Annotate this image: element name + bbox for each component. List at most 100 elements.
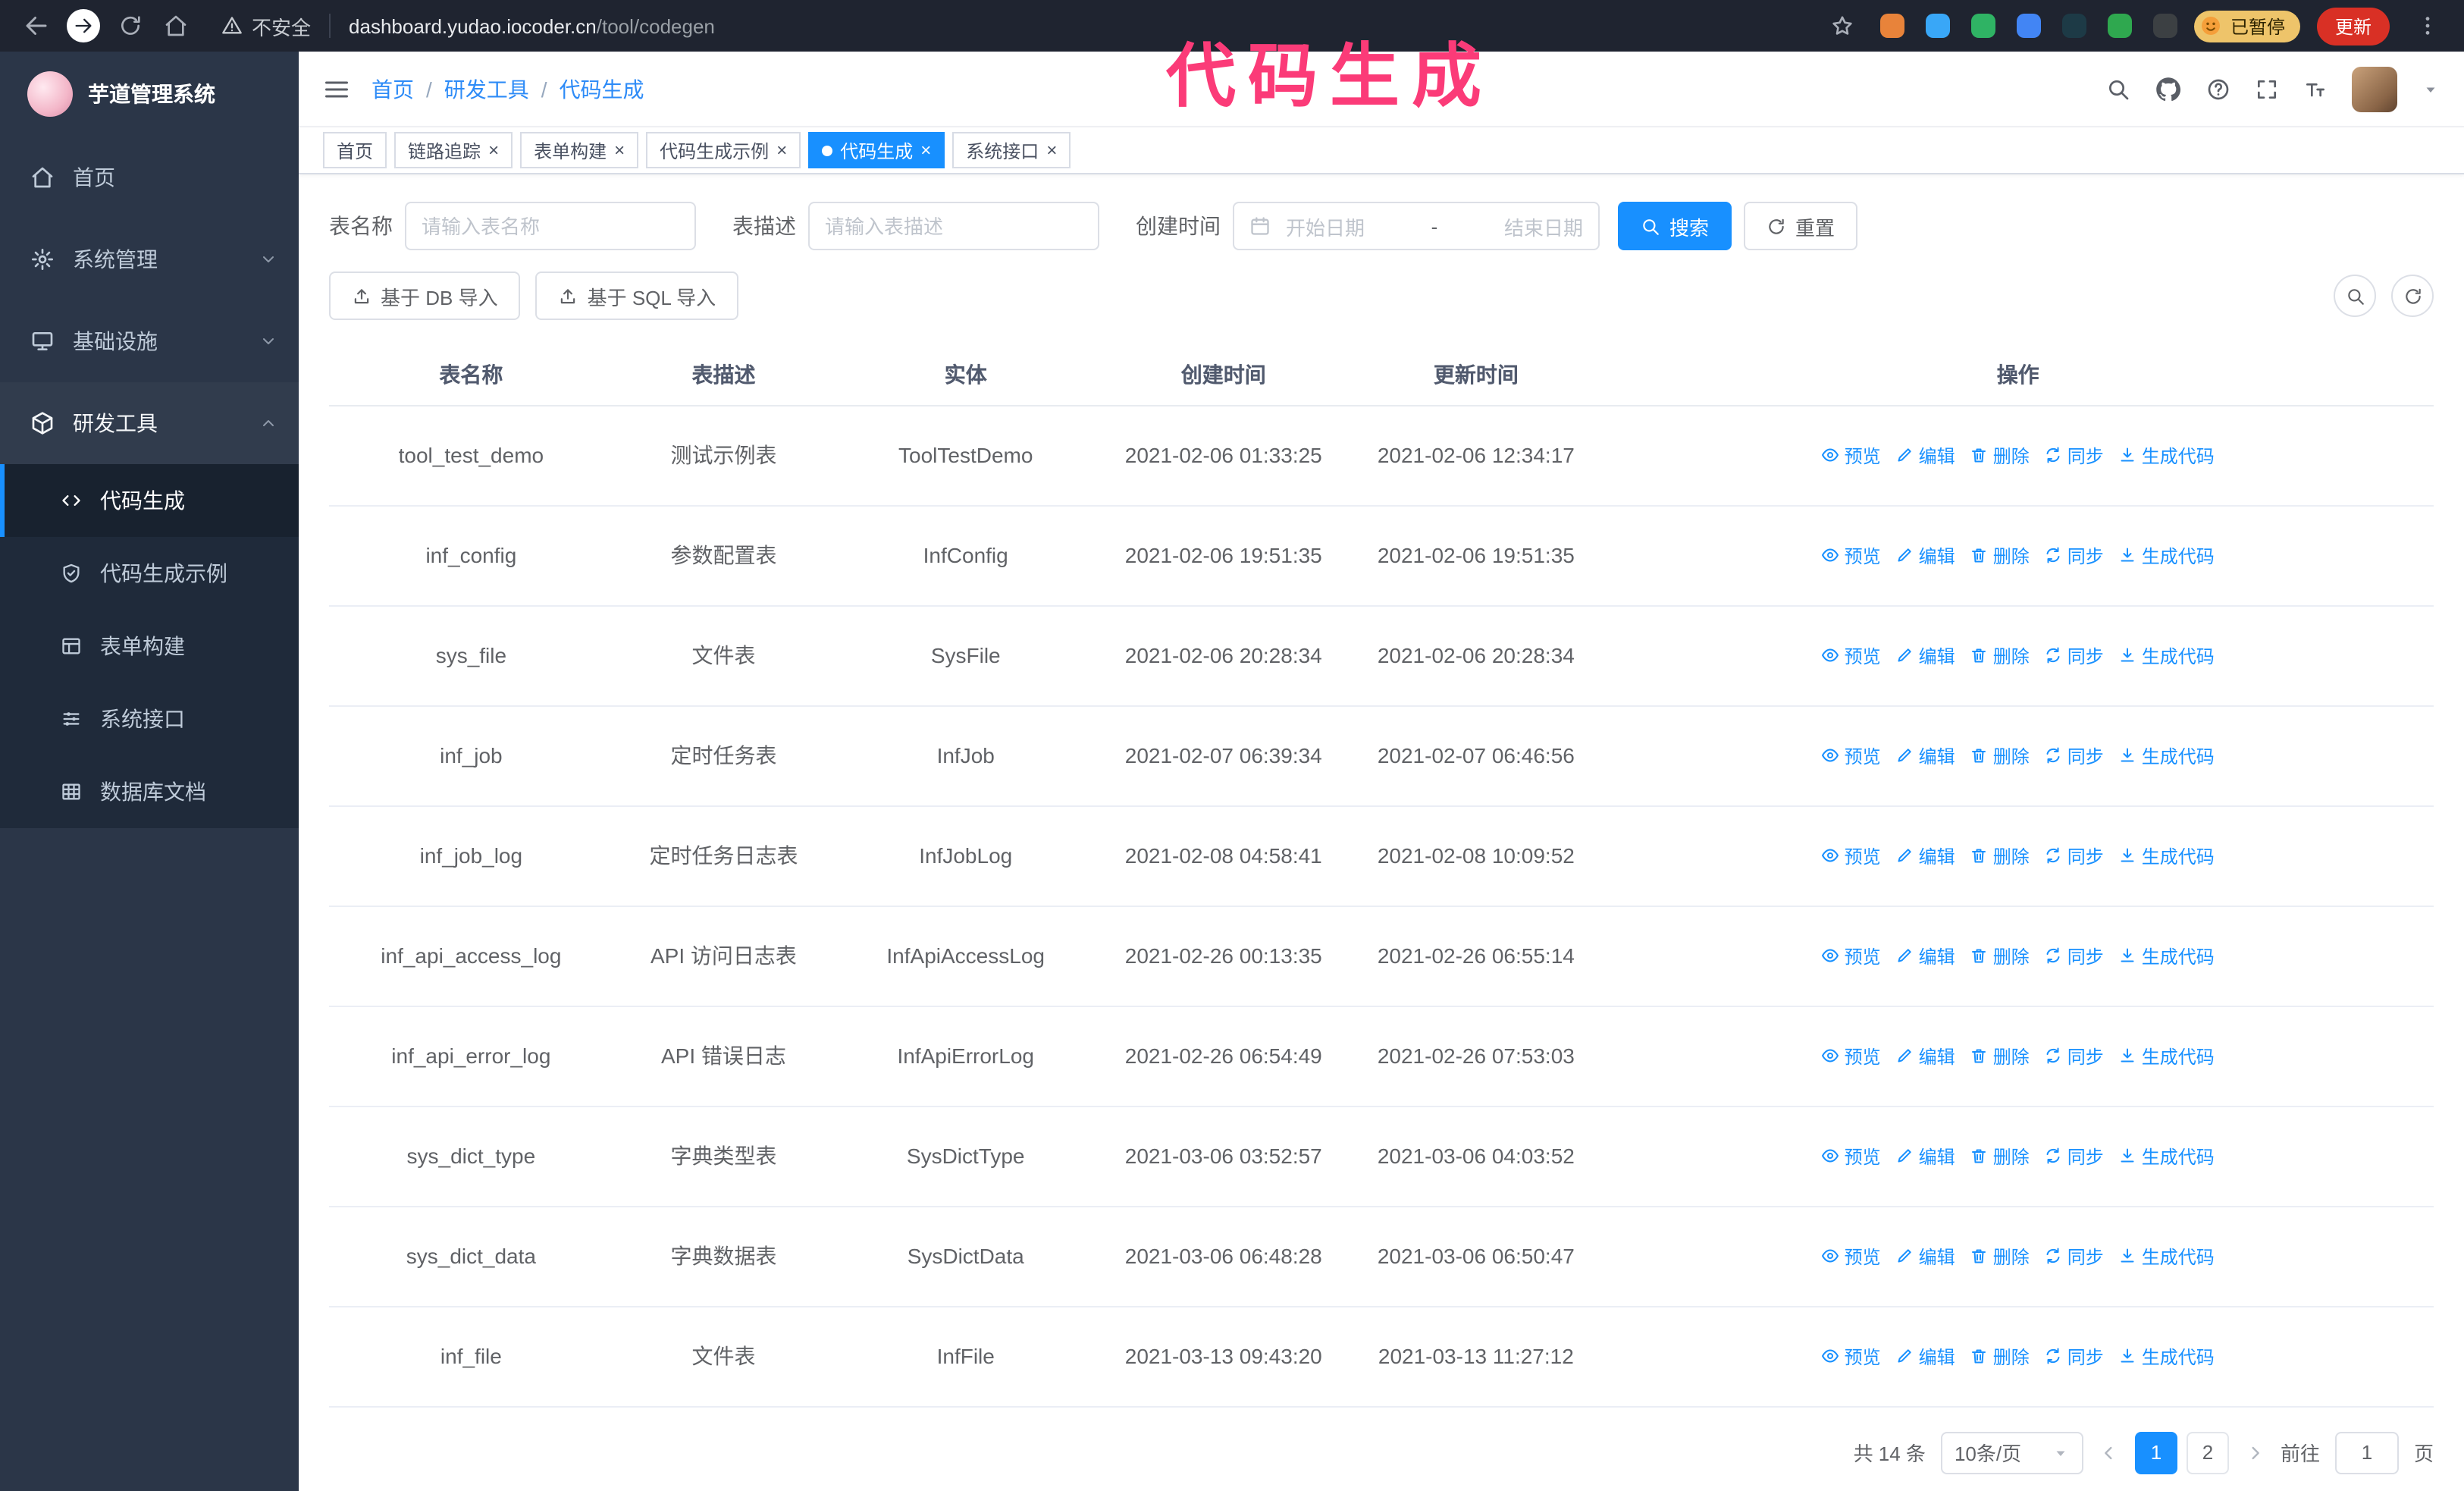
table-name-input[interactable]	[405, 202, 696, 250]
page-button-1[interactable]: 1	[2134, 1431, 2177, 1474]
delete-action-link[interactable]: 删除	[1970, 542, 2030, 568]
security-indicator[interactable]: 不安全	[221, 11, 311, 40]
import-db-button[interactable]: 基于 DB 导入	[329, 272, 521, 320]
delete-action-link[interactable]: 删除	[1970, 843, 2030, 868]
close-tab-icon[interactable]: ×	[920, 141, 931, 159]
delete-action-link[interactable]: 删除	[1970, 442, 2030, 468]
profile-paused-badge[interactable]: 已暂停	[2193, 10, 2300, 42]
generate-action-link[interactable]: 生成代码	[2119, 742, 2215, 768]
edit-action-link[interactable]: 编辑	[1896, 542, 1955, 568]
tab-home[interactable]: 首页	[323, 132, 387, 168]
extension-icon[interactable]	[1970, 14, 1995, 38]
extension-icon[interactable]	[2152, 14, 2177, 38]
import-sql-button[interactable]: 基于 SQL 导入	[535, 272, 739, 320]
generate-action-link[interactable]: 生成代码	[2119, 843, 2215, 868]
edit-action-link[interactable]: 编辑	[1896, 1343, 1955, 1369]
sync-action-link[interactable]: 同步	[2045, 1343, 2104, 1369]
delete-action-link[interactable]: 删除	[1970, 742, 2030, 768]
generate-action-link[interactable]: 生成代码	[2119, 642, 2215, 668]
delete-action-link[interactable]: 删除	[1970, 1343, 2030, 1369]
sidebar-item-db-doc[interactable]: 数据库文档	[0, 755, 299, 828]
fullscreen-button[interactable]	[2255, 77, 2279, 101]
sidebar-item-infra[interactable]: 基础设施	[0, 300, 299, 382]
chrome-update-button[interactable]: 更新	[2316, 7, 2390, 45]
generate-action-link[interactable]: 生成代码	[2119, 1143, 2215, 1169]
goto-page-input[interactable]	[2334, 1431, 2399, 1474]
sync-action-link[interactable]: 同步	[2045, 1243, 2104, 1269]
edit-action-link[interactable]: 编辑	[1896, 442, 1955, 468]
preview-action-link[interactable]: 预览	[1822, 742, 1881, 768]
extension-icon[interactable]	[2016, 14, 2041, 38]
sidebar-item-home[interactable]: 首页	[0, 137, 299, 218]
tab-codegen[interactable]: 代码生成 ×	[808, 132, 945, 168]
preview-action-link[interactable]: 预览	[1822, 943, 1881, 968]
delete-action-link[interactable]: 删除	[1970, 943, 2030, 968]
preview-action-link[interactable]: 预览	[1822, 1343, 1881, 1369]
create-time-range-picker[interactable]: 开始日期 - 结束日期	[1233, 202, 1600, 250]
generate-action-link[interactable]: 生成代码	[2119, 442, 2215, 468]
search-button[interactable]: 搜索	[1618, 202, 1732, 250]
sidebar-item-form-builder[interactable]: 表单构建	[0, 610, 299, 683]
close-tab-icon[interactable]: ×	[776, 141, 787, 159]
sync-action-link[interactable]: 同步	[2045, 1143, 2104, 1169]
sidebar-item-devtools[interactable]: 研发工具	[0, 382, 299, 464]
sync-action-link[interactable]: 同步	[2045, 442, 2104, 468]
toggle-search-button[interactable]	[2334, 275, 2376, 317]
edit-action-link[interactable]: 编辑	[1896, 1243, 1955, 1269]
github-link[interactable]	[2155, 75, 2182, 102]
generate-action-link[interactable]: 生成代码	[2119, 943, 2215, 968]
edit-action-link[interactable]: 编辑	[1896, 1043, 1955, 1069]
breadcrumb-home[interactable]: 首页	[371, 74, 414, 104]
edit-action-link[interactable]: 编辑	[1896, 943, 1955, 968]
generate-action-link[interactable]: 生成代码	[2119, 1043, 2215, 1069]
close-tab-icon[interactable]: ×	[488, 141, 499, 159]
edit-action-link[interactable]: 编辑	[1896, 742, 1955, 768]
address-bar[interactable]: dashboard.yudao.iocoder.cn/tool/codegen	[349, 14, 715, 37]
app-logo[interactable]: 芋道管理系统	[0, 52, 299, 137]
page-size-select[interactable]: 10条/页	[1940, 1431, 2083, 1474]
close-tab-icon[interactable]: ×	[614, 141, 625, 159]
tab-form-builder[interactable]: 表单构建 ×	[520, 132, 639, 168]
delete-action-link[interactable]: 删除	[1970, 1043, 2030, 1069]
sync-action-link[interactable]: 同步	[2045, 843, 2104, 868]
next-page-button[interactable]	[2244, 1442, 2265, 1463]
preview-action-link[interactable]: 预览	[1822, 1143, 1881, 1169]
edit-action-link[interactable]: 编辑	[1896, 642, 1955, 668]
avatar-menu-button[interactable]	[2422, 80, 2440, 98]
edit-action-link[interactable]: 编辑	[1896, 843, 1955, 868]
extension-icon[interactable]	[2061, 14, 2086, 38]
page-button-2[interactable]: 2	[2186, 1431, 2229, 1474]
bookmark-star-button[interactable]	[1821, 5, 1864, 47]
refresh-table-button[interactable]	[2391, 275, 2434, 317]
preview-action-link[interactable]: 预览	[1822, 1243, 1881, 1269]
extension-icon[interactable]	[1925, 14, 1950, 38]
extension-icon[interactable]	[1879, 14, 1904, 38]
sidebar-item-codegen-example[interactable]: 代码生成示例	[0, 537, 299, 610]
tab-api[interactable]: 系统接口 ×	[952, 132, 1071, 168]
sync-action-link[interactable]: 同步	[2045, 642, 2104, 668]
sidebar-item-codegen[interactable]: 代码生成	[0, 464, 299, 537]
preview-action-link[interactable]: 预览	[1822, 542, 1881, 568]
sync-action-link[interactable]: 同步	[2045, 943, 2104, 968]
delete-action-link[interactable]: 删除	[1970, 642, 2030, 668]
home-button[interactable]	[155, 5, 197, 47]
forward-button[interactable]	[67, 9, 100, 42]
back-button[interactable]	[15, 5, 58, 47]
sidebar-item-api[interactable]: 系统接口	[0, 683, 299, 755]
close-tab-icon[interactable]: ×	[1046, 141, 1057, 159]
sidebar-item-system[interactable]: 系统管理	[0, 218, 299, 300]
generate-action-link[interactable]: 生成代码	[2119, 542, 2215, 568]
preview-action-link[interactable]: 预览	[1822, 642, 1881, 668]
edit-action-link[interactable]: 编辑	[1896, 1143, 1955, 1169]
header-search-button[interactable]	[2106, 77, 2130, 101]
prev-page-button[interactable]	[2099, 1442, 2120, 1463]
sync-action-link[interactable]: 同步	[2045, 742, 2104, 768]
preview-action-link[interactable]: 预览	[1822, 442, 1881, 468]
breadcrumb-devtools[interactable]: 研发工具	[444, 74, 529, 104]
preview-action-link[interactable]: 预览	[1822, 1043, 1881, 1069]
sync-action-link[interactable]: 同步	[2045, 1043, 2104, 1069]
tab-codegen-example[interactable]: 代码生成示例 ×	[646, 132, 801, 168]
help-button[interactable]	[2206, 77, 2230, 101]
collapse-sidebar-button[interactable]	[323, 75, 350, 102]
reset-button[interactable]: 重置	[1744, 202, 1858, 250]
